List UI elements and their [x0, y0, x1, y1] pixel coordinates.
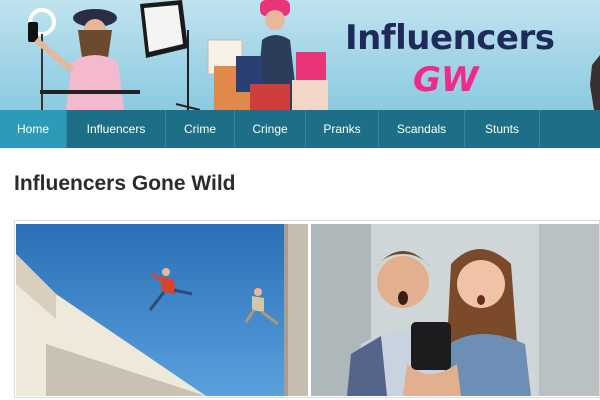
- nav-item-crime[interactable]: Crime: [166, 110, 235, 148]
- banner-edge-figure: [590, 55, 600, 110]
- featured-gallery: [14, 220, 600, 398]
- nav-item-stunts[interactable]: Stunts: [465, 110, 540, 148]
- featured-image-rooftop-jump[interactable]: [16, 224, 308, 396]
- nav-item-cringe[interactable]: Cringe: [235, 110, 306, 148]
- main-nav: Home Influencers Crime Cringe Pranks Sca…: [0, 110, 600, 148]
- featured-image-shocked-couple[interactable]: [311, 224, 599, 396]
- banner-photo: [28, 0, 328, 110]
- page-title: Influencers Gone Wild: [14, 172, 236, 195]
- logo-main-text: Influencers: [345, 18, 555, 58]
- nav-item-influencers[interactable]: Influencers: [67, 110, 166, 148]
- nav-item-home[interactable]: Home: [0, 110, 67, 148]
- logo-sub-text: GW: [413, 60, 479, 100]
- nav-item-pranks[interactable]: Pranks: [306, 110, 379, 148]
- site-logo[interactable]: Influencers GW: [345, 16, 595, 100]
- nav-item-scandals[interactable]: Scandals: [379, 110, 465, 148]
- header-banner: Influencers GW: [0, 0, 600, 110]
